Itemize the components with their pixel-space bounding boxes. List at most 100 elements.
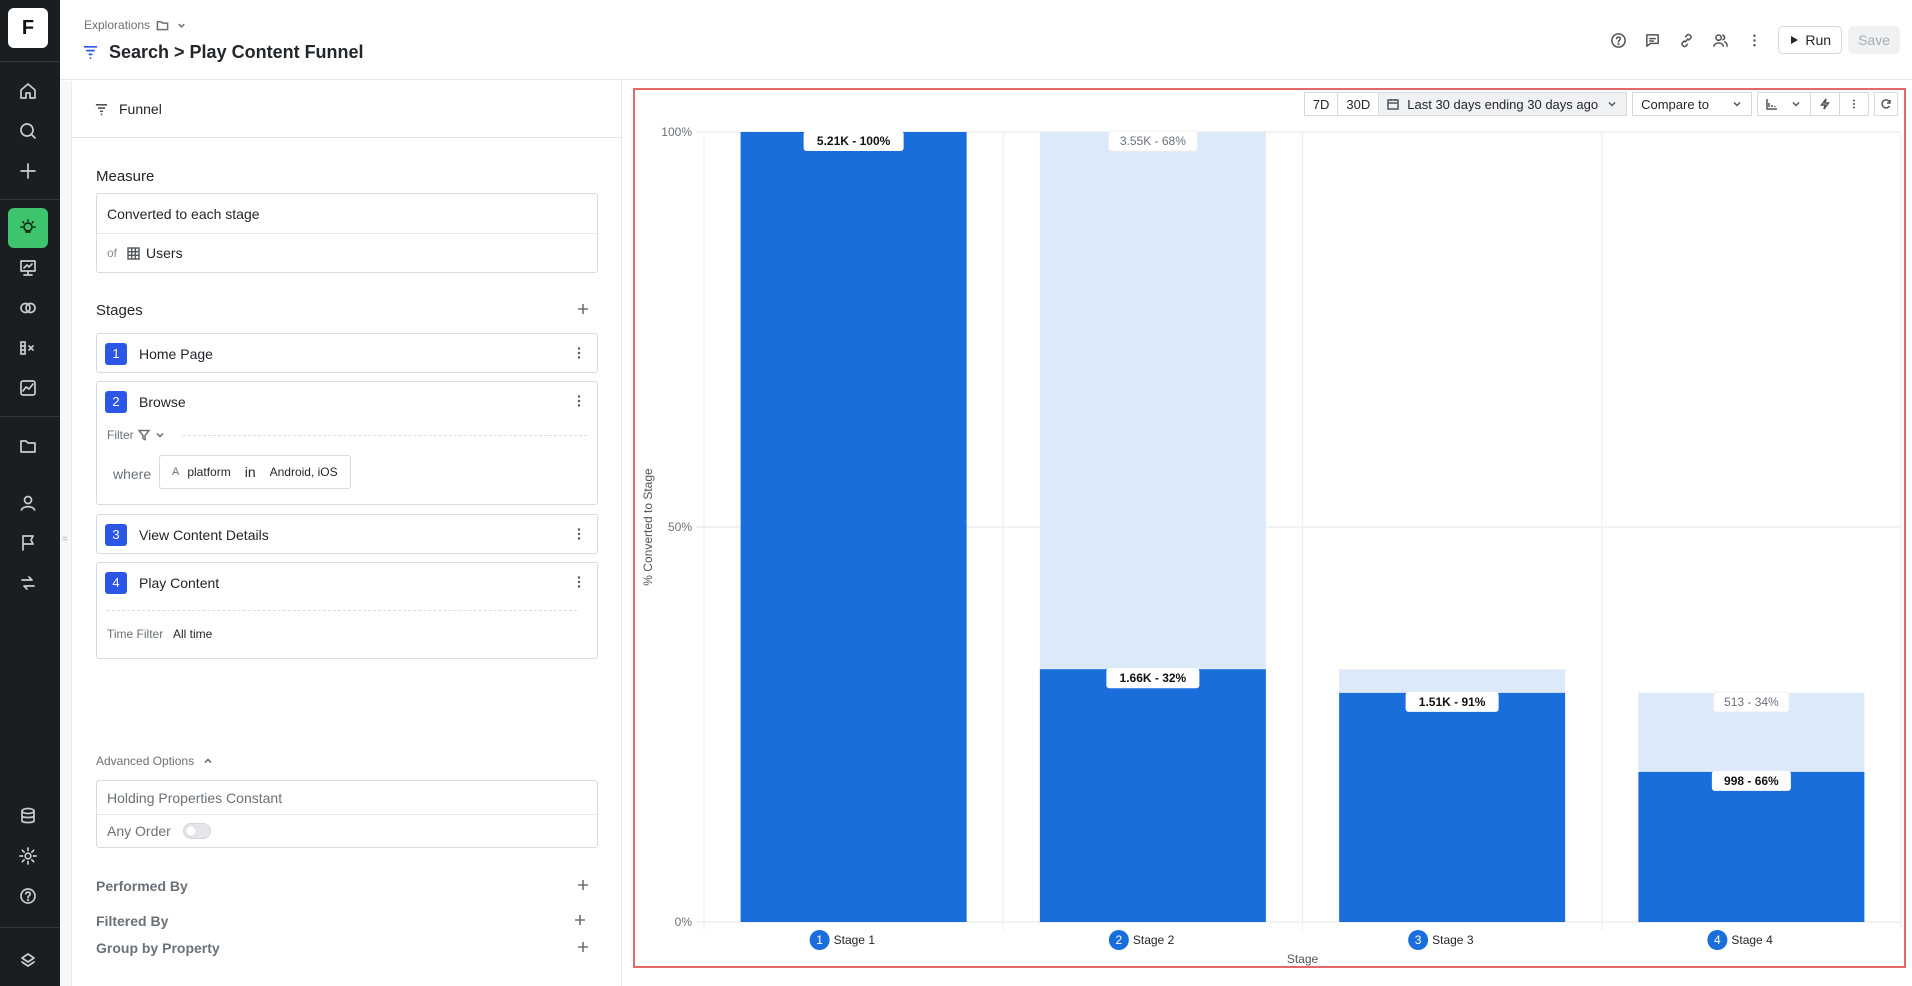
range-30d-button[interactable]: 30D — [1337, 92, 1380, 116]
stage-number-badge: 4 — [105, 571, 127, 594]
stage-card[interactable]: 2 Browse Filter where A platform in Andr… — [96, 381, 598, 505]
stage-row[interactable]: 2 Browse — [97, 382, 597, 421]
advanced-options-toggle[interactable]: Advanced Options — [96, 754, 214, 768]
rail-trends-button[interactable] — [8, 368, 48, 408]
advanced-options-box: Holding Properties Constant Any Order — [96, 780, 598, 848]
measure-selector[interactable]: Converted to each stage — [97, 194, 597, 233]
analysis-type-selector[interactable]: Funnel — [72, 81, 621, 138]
copy-link-button[interactable] — [1672, 26, 1700, 54]
app-logo[interactable]: F — [8, 8, 48, 48]
rail-folders-button[interactable] — [8, 426, 48, 466]
rail-search-button[interactable] — [8, 111, 48, 151]
insights-button[interactable] — [1810, 92, 1840, 116]
y-tick-label: 50% — [668, 520, 692, 534]
add-filtered-by-button[interactable] — [574, 914, 590, 930]
home-icon — [20, 83, 36, 99]
play-icon — [1791, 36, 1799, 44]
stage-name[interactable]: Browse — [139, 394, 186, 410]
resize-handle-icon[interactable]: = — [62, 534, 68, 545]
rail-transfer-button[interactable] — [8, 563, 48, 603]
transfer-icon — [21, 576, 35, 590]
chevron-down-icon[interactable] — [175, 19, 188, 32]
date-range-label: Last 30 days ending 30 days ago — [1407, 96, 1599, 112]
holding-properties-field[interactable]: Holding Properties Constant — [97, 781, 597, 814]
entity-selector[interactable]: of Users — [97, 233, 597, 272]
group-by-heading: Group by Property — [96, 940, 220, 956]
stage-name[interactable]: Home Page — [139, 346, 213, 362]
rail-flags-button[interactable] — [8, 523, 48, 563]
add-group-by-button[interactable] — [577, 941, 593, 957]
trend-chart-icon — [20, 380, 36, 396]
stage-menu-button[interactable] — [571, 393, 587, 409]
funnel-chart[interactable]: 0% 50% 100% % Converted to Stage Stage 5.21K … — [635, 90, 1904, 966]
rail-metrics-button[interactable] — [8, 328, 48, 368]
funnel-icon — [83, 45, 98, 60]
bar-value-label: 1.51K - 91% — [1419, 695, 1486, 709]
run-label: Run — [1805, 32, 1832, 48]
bar-converted — [1339, 692, 1566, 922]
breadcrumb[interactable]: Explorations — [84, 18, 188, 32]
users-icon — [1713, 33, 1728, 47]
rail-boards-button[interactable] — [8, 248, 48, 288]
stage-name[interactable]: View Content Details — [139, 527, 269, 543]
chevron-down-icon — [1733, 101, 1741, 107]
stage-card[interactable]: 1 Home Page — [96, 333, 598, 373]
any-order-toggle[interactable] — [182, 823, 211, 839]
rail-home-button[interactable] — [8, 71, 48, 111]
chevron-down-icon — [1792, 101, 1800, 107]
stage-menu-button[interactable] — [571, 526, 587, 542]
rail-segments-button[interactable] — [8, 288, 48, 328]
lightbulb-icon — [20, 219, 36, 233]
time-filter-label: Time Filter — [107, 627, 164, 641]
bar-dropped — [1339, 669, 1566, 693]
rail-explorations-button[interactable] — [8, 208, 48, 248]
filter-chip[interactable]: A platform in Android, iOS — [159, 455, 351, 489]
stage-row[interactable]: 3 View Content Details — [97, 515, 597, 554]
rail-new-button[interactable] — [8, 151, 48, 191]
stage-card[interactable]: 3 View Content Details — [96, 514, 598, 554]
stage-row[interactable]: 1 Home Page — [97, 334, 597, 373]
filter-label: Filter — [107, 428, 134, 442]
help-button[interactable] — [1604, 26, 1632, 54]
filtered-by-heading: Filtered By — [96, 913, 169, 929]
plus-icon — [575, 915, 585, 925]
filter-divider — [183, 435, 587, 436]
rail-data-button[interactable] — [8, 796, 48, 836]
stage-menu-button[interactable] — [571, 345, 587, 361]
chart-more-button[interactable] — [1839, 92, 1869, 116]
rail-help-button[interactable] — [8, 876, 48, 916]
comments-button[interactable] — [1638, 26, 1666, 54]
funnel-icon — [95, 103, 108, 115]
rail-settings-button[interactable] — [8, 836, 48, 876]
share-button[interactable] — [1706, 26, 1734, 54]
string-property-icon: A — [172, 466, 180, 478]
any-order-row: Any Order — [97, 814, 597, 847]
more-button[interactable] — [1740, 26, 1768, 54]
rail-brand-button[interactable] — [8, 940, 48, 980]
formula-icon — [20, 341, 34, 355]
rail-divider — [0, 927, 60, 928]
save-button[interactable]: Save — [1848, 26, 1900, 54]
bar-value-label: 1.66K - 32% — [1120, 671, 1187, 685]
time-filter-value[interactable]: All time — [173, 627, 212, 641]
filter-toggle[interactable]: Filter — [107, 428, 166, 442]
rail-users-button[interactable] — [8, 483, 48, 523]
stage-row[interactable]: 4 Play Content — [97, 563, 597, 602]
page-title[interactable]: Search > Play Content Funnel — [109, 42, 364, 63]
rail-divider — [0, 199, 60, 200]
run-button[interactable]: Run — [1778, 26, 1843, 54]
date-range-picker[interactable]: Last 30 days ending 30 days ago — [1378, 92, 1628, 116]
filter-values: Android, iOS — [269, 465, 338, 479]
add-stage-button[interactable] — [577, 303, 593, 319]
stage-menu-button[interactable] — [571, 574, 587, 590]
compare-to-selector[interactable]: Compare to — [1632, 92, 1752, 116]
refresh-button[interactable] — [1874, 92, 1898, 116]
range-7d-button[interactable]: 7D — [1303, 92, 1339, 116]
chart-type-selector[interactable] — [1757, 92, 1811, 116]
folder-icon[interactable] — [156, 19, 169, 32]
stage-name[interactable]: Play Content — [139, 575, 219, 591]
add-performed-by-button[interactable] — [577, 879, 593, 895]
more-vertical-icon — [577, 528, 581, 540]
stage-card[interactable]: 4 Play Content Time Filter All time — [96, 562, 598, 659]
breadcrumb-explorations[interactable]: Explorations — [84, 18, 150, 32]
